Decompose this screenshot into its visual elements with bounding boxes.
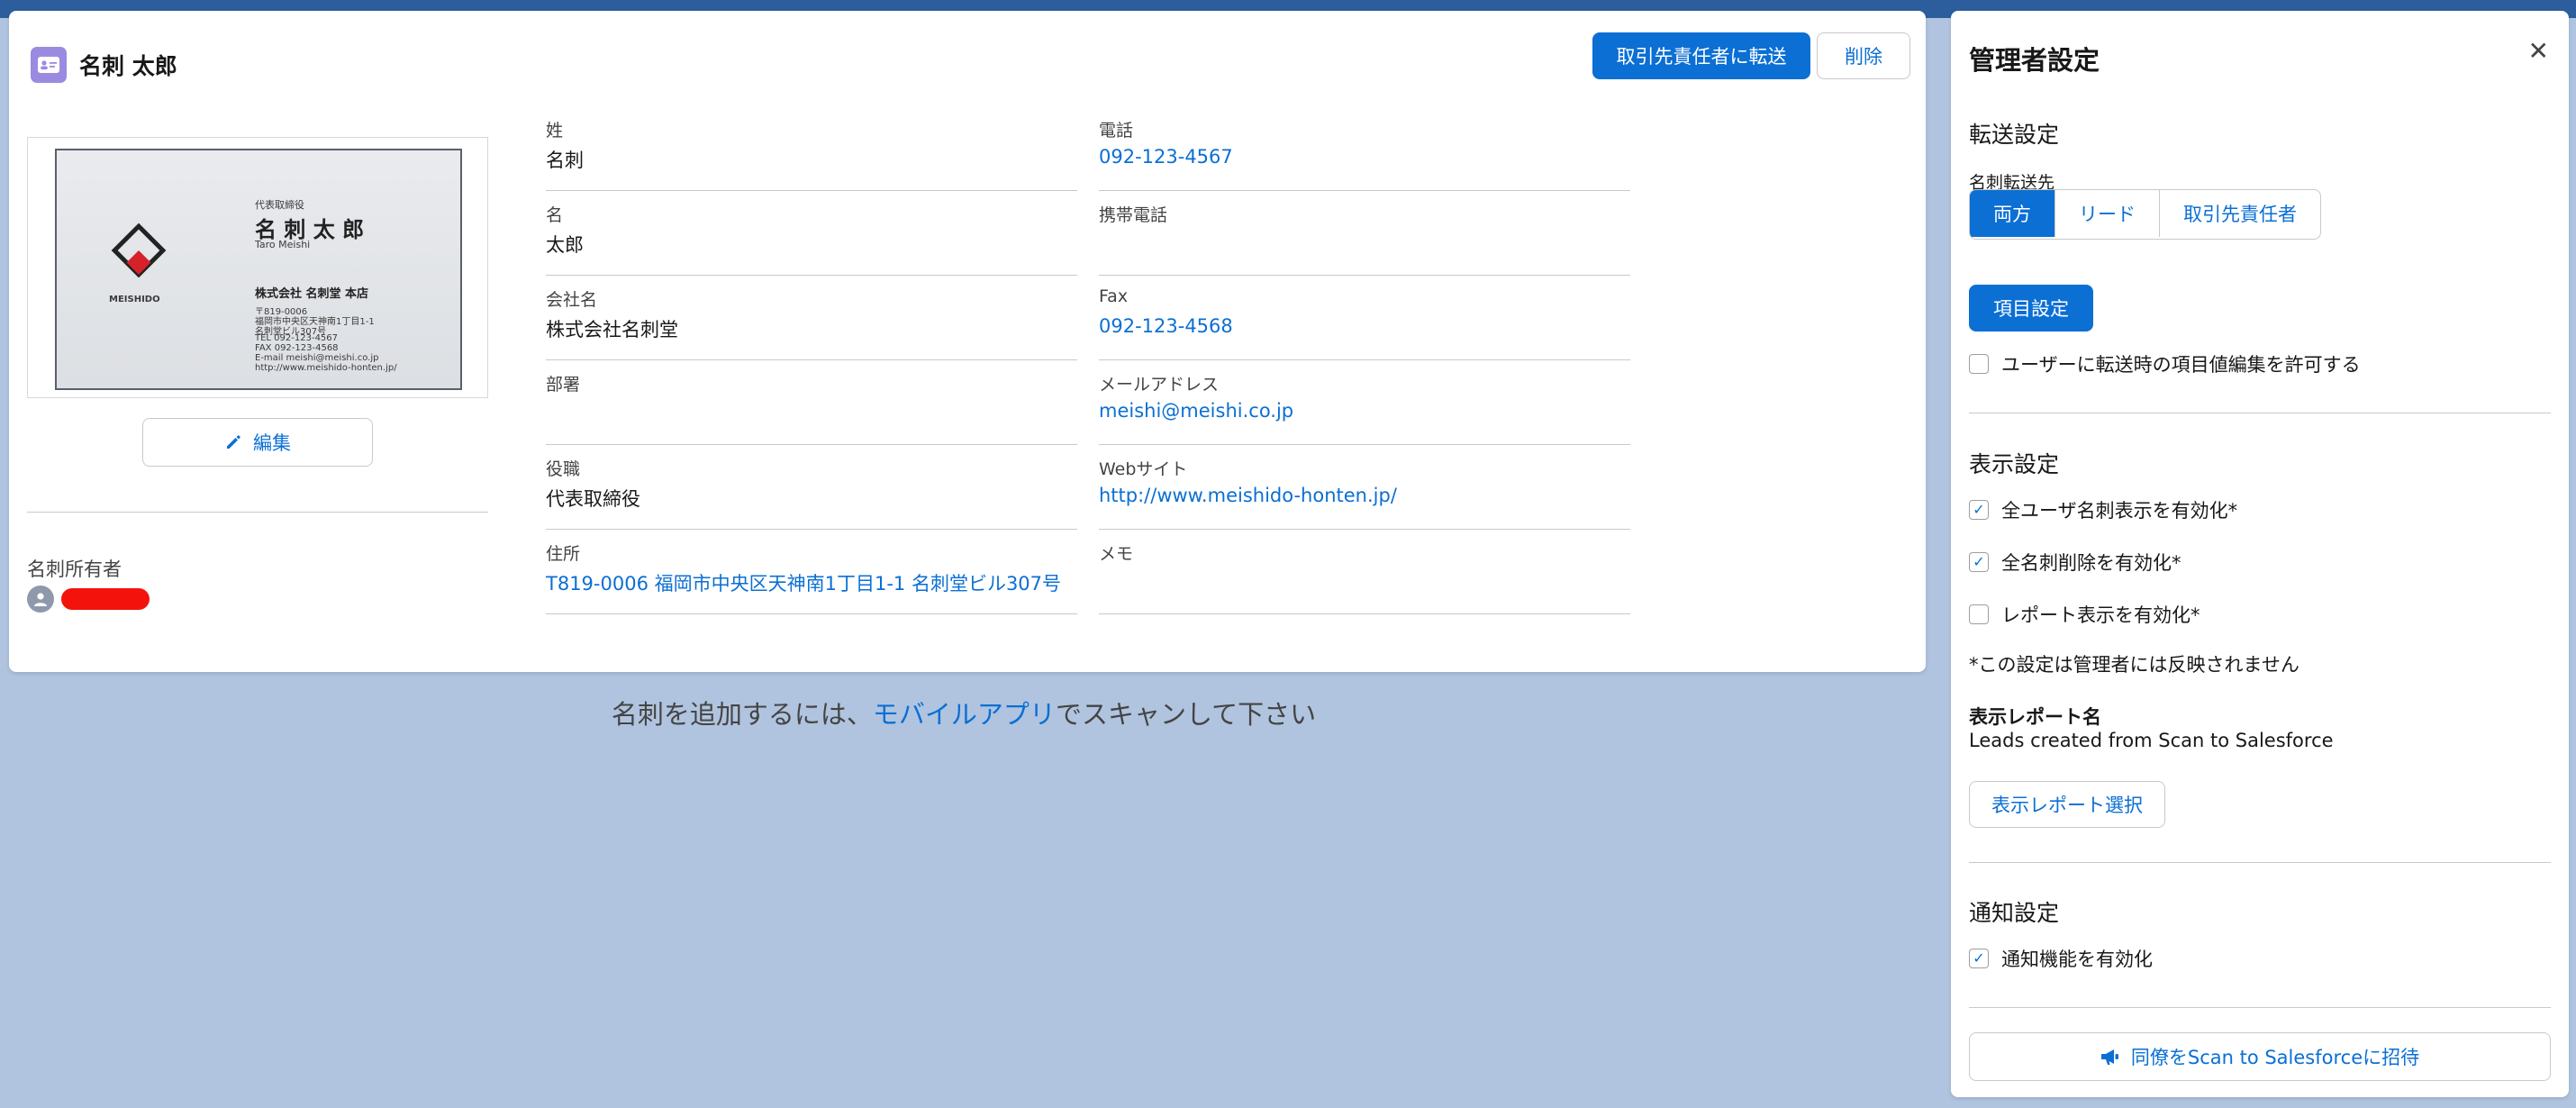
field-label: 部署 — [546, 375, 581, 395]
divider — [27, 512, 488, 513]
transfer-settings-title: 転送設定 — [1969, 122, 2060, 148]
field-label: メモ — [1099, 544, 1134, 564]
record-title: 名刺 太郎 — [79, 53, 177, 79]
checkbox-checked[interactable]: ✓ — [1969, 949, 1989, 968]
contact-card-icon — [31, 47, 67, 83]
notify-option[interactable]: ✓ 通知機能を有効化 — [1969, 945, 2153, 972]
field-label: 携帯電話 — [1099, 205, 1168, 225]
business-card-record: 名刺 太郎 取引先責任者に転送 削除 MEISHIDO 代表取締役 名 刺 太 … — [9, 11, 1926, 672]
field-value: 太郎 — [546, 234, 584, 256]
field-department: 部署 — [546, 371, 1077, 445]
display-option-all-users[interactable]: ✓ 全ユーザ名刺表示を有効化* — [1969, 496, 2237, 523]
field-label: メールアドレス — [1099, 375, 1220, 395]
select-report-button[interactable]: 表示レポート選択 — [1969, 781, 2165, 828]
field-fax: Fax 092-123-4568 — [1099, 286, 1630, 360]
checkbox-label: レポート表示を有効化* — [2001, 604, 2200, 626]
invite-colleague-button[interactable]: 同僚をScan to Salesforceに招待 — [1969, 1032, 2551, 1081]
field-label: 住所 — [546, 544, 581, 564]
field-company: 会社名 株式会社名刺堂 — [546, 286, 1077, 360]
segment-contact[interactable]: 取引先責任者 — [2160, 190, 2320, 237]
checkbox-checked[interactable]: ✓ — [1969, 500, 1989, 520]
card-romaji: Taro Meishi — [255, 239, 311, 250]
display-note: *この設定は管理者には反映されません — [1969, 654, 2299, 676]
field-label: Fax — [1099, 286, 1129, 306]
owner-row: redacted — [27, 586, 150, 613]
checkbox-label: 全名刺削除を有効化* — [2001, 552, 2181, 574]
card-role: 代表取締役 — [255, 199, 304, 211]
checkbox-label: 通知機能を有効化 — [2001, 949, 2153, 970]
checkbox-checked[interactable]: ✓ — [1969, 552, 1989, 572]
card-line: http://www.meishido-honten.jp/ — [255, 363, 397, 373]
card-line: TEL 092-123-4567 — [255, 333, 339, 343]
card-logo — [111, 223, 167, 278]
owner-label: 名刺所有者 — [27, 559, 122, 580]
record-header: 名刺 太郎 — [31, 38, 177, 92]
divider — [1969, 1007, 2551, 1008]
field-website: Webサイト http://www.meishido-honten.jp/ — [1099, 456, 1630, 530]
field-label: Webサイト — [1099, 459, 1188, 479]
card-line: FAX 092-123-4568 — [255, 343, 339, 353]
scan-hint: 名刺を追加するには、モバイルアプリでスキャンして下さい — [0, 694, 1927, 731]
business-card-image-frame: MEISHIDO 代表取締役 名 刺 太 郎 Taro Meishi 株式会社 … — [27, 137, 488, 398]
notify-settings-title: 通知設定 — [1969, 900, 2060, 926]
checkbox[interactable] — [1969, 354, 1989, 374]
fax-link[interactable]: 092-123-4568 — [1099, 315, 1233, 337]
address-link[interactable]: T819-0006 福岡市中央区天神南1丁目1-1 名刺堂ビル307号 — [546, 569, 1061, 596]
display-settings-title: 表示設定 — [1969, 451, 2060, 477]
field-settings-button[interactable]: 項目設定 — [1969, 285, 2093, 331]
field-value: 代表取締役 — [546, 488, 640, 510]
report-name-value: Leads created from Scan to Salesforce — [1969, 730, 2334, 751]
checkbox[interactable] — [1969, 604, 1989, 624]
display-option-delete-all[interactable]: ✓ 全名刺削除を有効化* — [1969, 549, 2181, 576]
panel-title: 管理者設定 — [1969, 45, 2100, 76]
email-link[interactable]: meishi@meishi.co.jp — [1099, 400, 1293, 422]
field-first-name: 名 太郎 — [546, 202, 1077, 276]
convert-to-contact-button[interactable]: 取引先責任者に転送 — [1592, 32, 1810, 79]
field-label: 会社名 — [546, 290, 598, 310]
card-line: E-mail meishi@meishi.co.jp — [255, 353, 379, 363]
segment-both[interactable]: 両方 — [1970, 190, 2055, 237]
avatar-icon — [27, 586, 54, 613]
hint-text: 名刺を追加するには、 — [611, 699, 873, 730]
delete-button[interactable]: 削除 — [1817, 32, 1910, 79]
close-icon[interactable]: ✕ — [2528, 36, 2549, 66]
field-title: 役職 代表取締役 — [546, 456, 1077, 530]
megaphone-icon — [2100, 1049, 2118, 1065]
card-company: 株式会社 名刺堂 本店 — [255, 287, 369, 301]
field-label: 役職 — [546, 459, 581, 479]
allow-edit-option[interactable]: ユーザーに転送時の項目値編集を許可する — [1969, 350, 2361, 377]
field-label: 電話 — [1099, 121, 1134, 141]
mobile-app-link[interactable]: モバイルアプリ — [873, 699, 1056, 730]
field-phone: 電話 092-123-4567 — [1099, 117, 1630, 191]
phone-link[interactable]: 092-123-4567 — [1099, 146, 1233, 168]
field-last-name: 姓 名刺 — [546, 117, 1077, 191]
field-value: 株式会社名刺堂 — [546, 319, 678, 341]
business-card-image[interactable]: MEISHIDO 代表取締役 名 刺 太 郎 Taro Meishi 株式会社 … — [55, 149, 462, 390]
owner-name-redacted[interactable]: redacted — [61, 588, 150, 610]
segment-lead[interactable]: リード — [2055, 190, 2160, 237]
field-mobile: 携帯電話 — [1099, 202, 1630, 276]
field-value: 名刺 — [546, 150, 584, 171]
website-link[interactable]: http://www.meishido-honten.jp/ — [1099, 485, 1397, 506]
field-email: メールアドレス meishi@meishi.co.jp — [1099, 371, 1630, 445]
hint-text: でスキャンして下さい — [1055, 699, 1317, 730]
report-name-label: 表示レポート名 — [1969, 706, 2101, 728]
field-label: 姓 — [546, 121, 564, 141]
field-label: 名 — [546, 205, 564, 225]
edit-button-label: 編集 — [253, 432, 291, 454]
display-option-report[interactable]: レポート表示を有効化* — [1969, 601, 2200, 628]
invite-button-label: 同僚をScan to Salesforceに招待 — [2130, 1047, 2420, 1068]
edit-button[interactable]: 編集 — [142, 418, 373, 467]
pencil-icon — [227, 435, 240, 449]
card-logo-sub: MEISHIDO — [109, 295, 160, 304]
divider — [1969, 862, 2551, 863]
checkbox-label: ユーザーに転送時の項目値編集を許可する — [2001, 354, 2361, 376]
transfer-target-selector: 両方 リード 取引先責任者 — [1969, 189, 2321, 240]
admin-settings-panel: 管理者設定 ✕ 転送設定 名刺転送先 両方 リード 取引先責任者 項目設定 ユー… — [1951, 11, 2569, 1097]
checkbox-label: 全ユーザ名刺表示を有効化* — [2001, 500, 2238, 522]
field-address: 住所 T819-0006 福岡市中央区天神南1丁目1-1 名刺堂ビル307号 — [546, 540, 1077, 614]
field-memo: メモ — [1099, 540, 1630, 614]
